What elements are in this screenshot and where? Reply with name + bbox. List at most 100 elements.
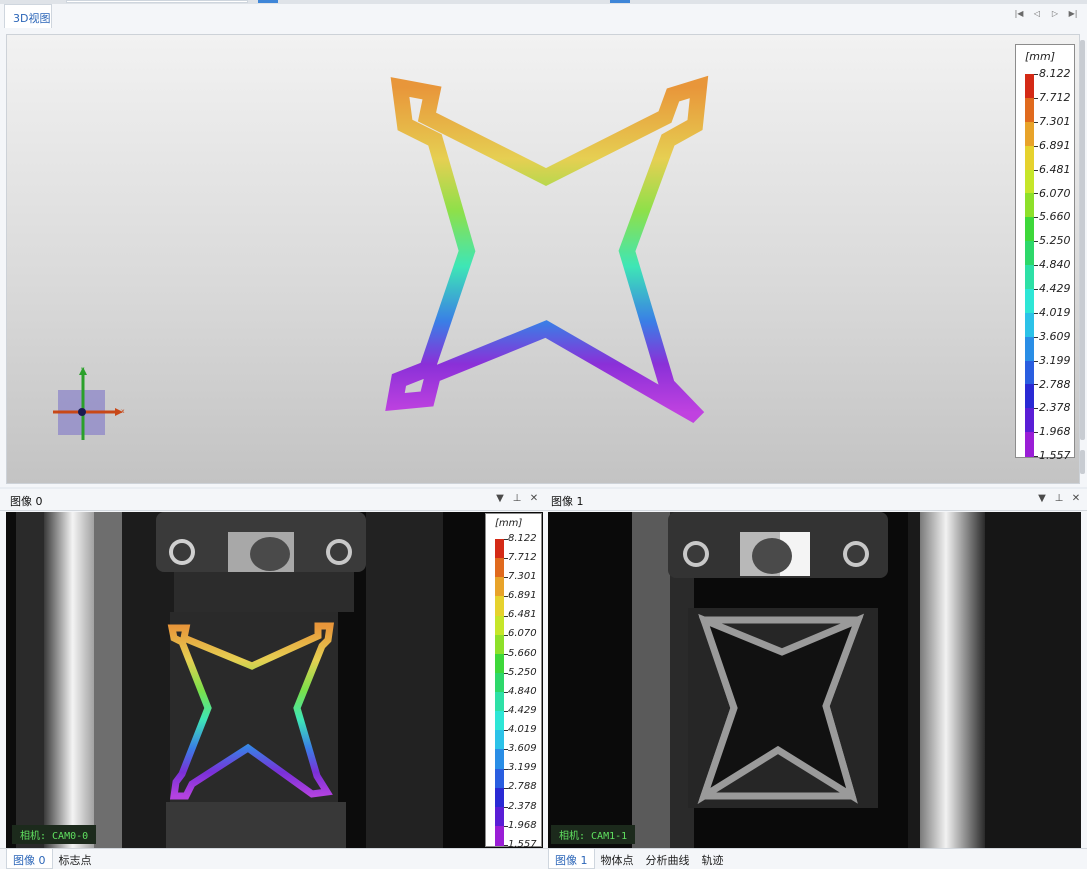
legend-tick-label: 1.968 bbox=[508, 819, 537, 831]
legend-tick-label: 6.891 bbox=[1039, 138, 1071, 152]
right-scrollbar[interactable] bbox=[1079, 40, 1087, 480]
bottom-tab-0[interactable]: 图像 0 bbox=[6, 849, 53, 869]
legend-tick-label: 5.250 bbox=[508, 666, 537, 678]
image-panel-1: 图像 1 ▼ ⊥ ✕ 相机: CAM1-1 图像 1 物体点 分析曲线 轨迹 bbox=[545, 489, 1087, 869]
legend-swatch bbox=[495, 653, 504, 674]
panel-title: 图像 1 bbox=[551, 495, 584, 508]
previous-icon[interactable]: ◁ bbox=[1029, 6, 1045, 22]
legend-tick bbox=[1034, 336, 1038, 338]
legend-tick-label: 4.840 bbox=[508, 685, 537, 697]
legend-tick-label: 6.481 bbox=[1039, 162, 1071, 176]
legend-swatch bbox=[1025, 408, 1034, 433]
view-3d-canvas[interactable]: y x [mm] 8.122 7.712 7.301 6.891 6.481 6.070 5… bbox=[6, 34, 1080, 484]
legend-swatch bbox=[495, 787, 504, 808]
legend-tick-label: 6.070 bbox=[1039, 186, 1071, 200]
panel0-tabs: 图像 0 标志点 bbox=[0, 848, 545, 869]
legend-tick-label: 2.378 bbox=[508, 800, 537, 812]
camera-image-1[interactable]: 相机: CAM1-1 bbox=[548, 512, 1081, 848]
legend-swatch bbox=[1025, 360, 1034, 385]
bottom-tab-3[interactable]: 轨迹 bbox=[696, 849, 730, 869]
legend-tick-label: 8.122 bbox=[1039, 67, 1071, 81]
legend-tick-label: 2.378 bbox=[1039, 401, 1071, 415]
tab-3d-view[interactable]: 3D视图 bbox=[4, 4, 52, 28]
legend-tick-label: 6.891 bbox=[508, 590, 537, 602]
legend-tick-label: 5.660 bbox=[508, 647, 537, 659]
legend-tick-label: 4.019 bbox=[1039, 305, 1071, 319]
legend-swatch bbox=[495, 806, 504, 827]
star-3d-render: y x bbox=[53, 75, 709, 440]
next-icon[interactable]: ▷ bbox=[1047, 6, 1063, 22]
legend-tick bbox=[1034, 288, 1038, 290]
bottom-tab-1[interactable]: 物体点 bbox=[595, 849, 640, 869]
legend-tick bbox=[1034, 312, 1038, 314]
view-3d-panel: 3D视图 |◀ ◁ ▷ ▶| y x [mm] 8.122 7.712 7.30… bbox=[0, 0, 1087, 487]
legend-tick-label: 3.199 bbox=[508, 762, 537, 774]
axis-gizmo: y x bbox=[53, 366, 125, 440]
legend-swatch bbox=[495, 730, 504, 750]
legend-tick bbox=[1034, 360, 1038, 362]
legend-tick-label: 1.968 bbox=[1039, 425, 1071, 439]
legend-swatch bbox=[1025, 74, 1034, 99]
legend-tick-label: 5.250 bbox=[1039, 234, 1071, 248]
legend-tick-label: 6.481 bbox=[508, 609, 537, 621]
legend-tick-label: 3.609 bbox=[508, 743, 537, 755]
pin-icon[interactable]: ⊥ bbox=[512, 493, 522, 504]
pin-icon[interactable]: ⊥ bbox=[1054, 493, 1064, 504]
legend-swatch bbox=[495, 615, 504, 636]
panel-title: 图像 0 bbox=[10, 495, 43, 508]
close-icon[interactable]: ✕ bbox=[1071, 493, 1081, 504]
svg-text:y: y bbox=[81, 366, 85, 373]
legend-swatch bbox=[495, 825, 504, 846]
last-icon[interactable]: ▶| bbox=[1065, 6, 1081, 22]
legend-swatch bbox=[1025, 217, 1034, 242]
legend-tick bbox=[1034, 265, 1038, 266]
legend-swatch bbox=[1025, 384, 1034, 409]
legend-swatch bbox=[495, 768, 504, 789]
legend-tick bbox=[1034, 145, 1038, 147]
app-window: 3D视图 |◀ ◁ ▷ ▶| y x [mm] 8.122 7.712 7.30… bbox=[0, 0, 1087, 869]
legend-swatch bbox=[1025, 432, 1034, 457]
first-icon[interactable]: |◀ bbox=[1011, 6, 1027, 22]
view-nav-buttons: |◀ ◁ ▷ ▶| bbox=[1011, 6, 1081, 22]
bottom-tab-2[interactable]: 分析曲线 bbox=[640, 849, 696, 869]
legend-swatch bbox=[495, 634, 504, 655]
legend-swatch bbox=[1025, 265, 1034, 290]
legend-tick-label: 4.429 bbox=[508, 704, 537, 716]
color-scale-legend: [mm] 8.122 7.712 7.301 6.891 6.481 6.070 5.660… bbox=[1015, 44, 1075, 462]
legend-tick bbox=[1034, 456, 1038, 457]
legend-tick bbox=[1034, 169, 1038, 171]
legend-tick bbox=[1034, 241, 1038, 243]
legend-tick-label: 5.660 bbox=[1039, 210, 1071, 224]
panel-header: 图像 1 ▼ ⊥ ✕ bbox=[545, 489, 1087, 511]
legend-unit: [mm] bbox=[495, 518, 523, 529]
legend-swatch bbox=[495, 596, 504, 616]
legend-tick-label: 7.301 bbox=[1039, 114, 1071, 128]
legend-swatch bbox=[1025, 288, 1034, 314]
star-outline-3d bbox=[385, 75, 709, 423]
legend-swatch bbox=[1025, 193, 1034, 218]
legend-swatch bbox=[495, 711, 504, 731]
svg-text:x: x bbox=[121, 408, 125, 415]
legend-tick bbox=[1034, 384, 1038, 386]
camera-label: 相机: CAM1-1 bbox=[551, 825, 636, 844]
legend-tick-label: 3.199 bbox=[1039, 353, 1071, 367]
legend-tick-label: 8.122 bbox=[508, 532, 537, 544]
legend-tick bbox=[1034, 121, 1038, 123]
legend-tick-label: 7.301 bbox=[508, 571, 537, 583]
dropdown-icon[interactable]: ▼ bbox=[495, 493, 505, 504]
bottom-tab-0[interactable]: 图像 1 bbox=[548, 849, 595, 869]
dropdown-icon[interactable]: ▼ bbox=[1037, 493, 1047, 504]
legend-tick bbox=[1034, 97, 1038, 99]
legend-tick bbox=[1034, 408, 1038, 410]
legend-tick-label: 7.712 bbox=[1039, 91, 1071, 105]
legend-tick-label: 6.070 bbox=[508, 628, 537, 640]
camera-scene-1 bbox=[548, 512, 1081, 848]
camera-image-0[interactable]: [mm] 8.122 7.712 7.301 6.891 6.481 6.070 5.660… bbox=[6, 512, 543, 848]
legend-tick-label: 1.557 bbox=[1039, 449, 1071, 463]
legend-tick-label: 3.609 bbox=[1039, 329, 1071, 343]
bottom-tab-1[interactable]: 标志点 bbox=[53, 849, 98, 869]
legend-tick-label: 4.840 bbox=[1039, 258, 1071, 272]
close-icon[interactable]: ✕ bbox=[529, 493, 539, 504]
legend-swatch bbox=[1025, 336, 1034, 361]
camera-label: 相机: CAM0-0 bbox=[12, 825, 97, 844]
